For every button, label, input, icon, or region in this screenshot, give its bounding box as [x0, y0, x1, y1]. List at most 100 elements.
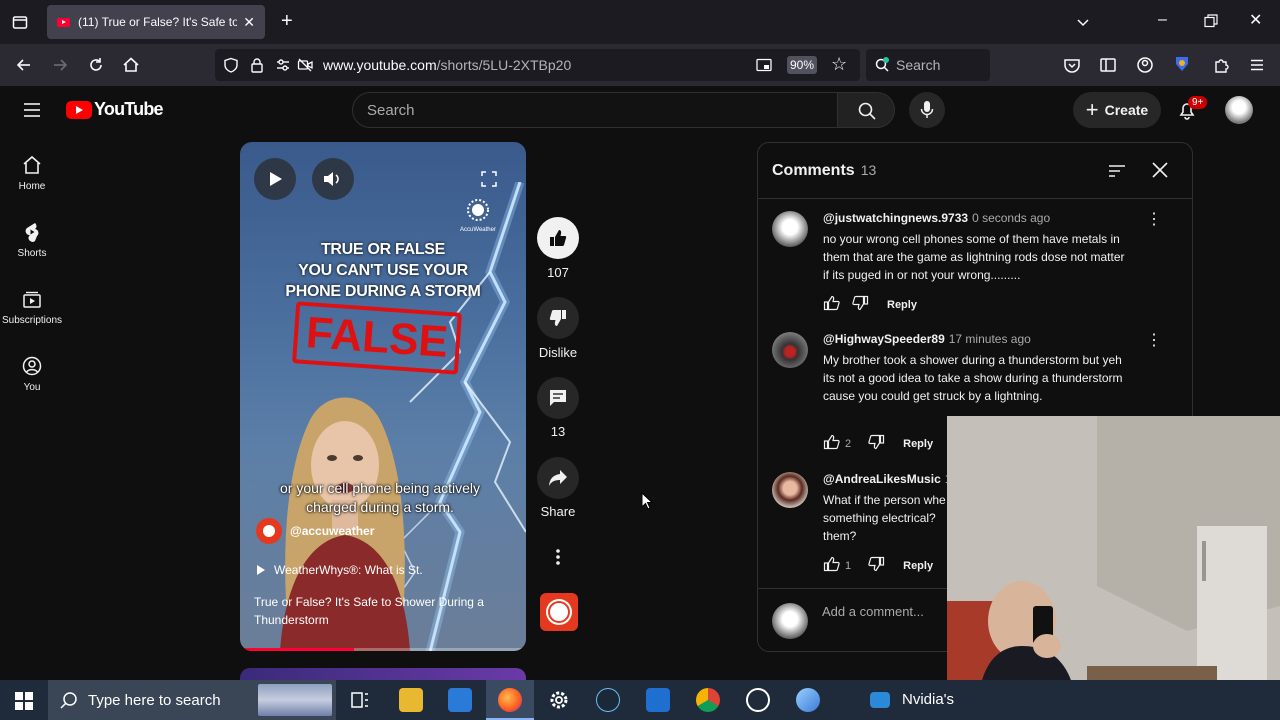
- active-tab[interactable]: (11) True or False? It's Safe to Sh ✕: [47, 5, 265, 39]
- recording-app-icon[interactable]: [746, 688, 770, 712]
- voice-search-button[interactable]: [909, 92, 945, 128]
- comment-like-icon[interactable]: [823, 295, 841, 314]
- comment-author[interactable]: @justwatchingnews.9733 0 seconds ago: [823, 211, 1050, 225]
- taskbar-search-placeholder: Type here to search: [88, 691, 221, 709]
- youtube-logo[interactable]: YouTube: [66, 99, 164, 120]
- comment-like-count: 1: [845, 559, 852, 572]
- file-explorer-icon[interactable]: [399, 688, 423, 712]
- steam-icon[interactable]: [596, 688, 620, 712]
- windows-start-icon[interactable]: [15, 692, 33, 714]
- share-button[interactable]: [537, 457, 579, 499]
- sidebar-icon[interactable]: [1099, 56, 1117, 78]
- fullscreen-button[interactable]: [468, 158, 510, 200]
- back-icon[interactable]: [15, 56, 33, 78]
- progress-bar[interactable]: [240, 648, 526, 651]
- extensions-puzzle-icon[interactable]: [1212, 56, 1230, 78]
- more-actions-button[interactable]: [537, 536, 579, 578]
- chrome-icon[interactable]: [696, 688, 720, 712]
- new-tab-icon[interactable]: +: [281, 11, 293, 31]
- comment-author-name: @AndreaLikesMusic: [823, 472, 941, 486]
- youtube-search-button[interactable]: [837, 92, 895, 128]
- add-comment-input[interactable]: Add a comment...: [822, 604, 924, 619]
- commenter-avatar[interactable]: [772, 472, 808, 508]
- url-text[interactable]: www.youtube.com/shorts/5LU-2XTBp20: [323, 57, 571, 73]
- zoom-level[interactable]: 90%: [787, 56, 817, 74]
- reply-button[interactable]: Reply: [903, 438, 933, 450]
- youtube-search-input[interactable]: Search: [352, 92, 838, 128]
- video-title[interactable]: True or False? It's Safe to Shower Durin…: [254, 593, 514, 629]
- commenter-avatar[interactable]: [772, 332, 808, 368]
- sidebar-item-you[interactable]: You: [0, 355, 64, 393]
- task-view-icon[interactable]: [348, 688, 372, 712]
- shorts-video-player[interactable]: AccuWeather TRUE OR FALSE YOU CAN'T USE …: [240, 142, 526, 651]
- comment-more-icon[interactable]: ⋮: [1146, 333, 1162, 349]
- permissions-icon[interactable]: [275, 57, 291, 77]
- microsoft-store-icon[interactable]: [448, 688, 472, 712]
- comment-dislike-icon[interactable]: [867, 556, 885, 575]
- comment-like-icon[interactable]: [823, 434, 841, 453]
- close-tab-icon[interactable]: ✕: [243, 14, 255, 31]
- home-icon[interactable]: [122, 56, 140, 78]
- comment-count: 13: [550, 424, 566, 439]
- account-icon[interactable]: [1136, 56, 1154, 78]
- comment-author[interactable]: @AndreaLikesMusic14: [823, 472, 958, 486]
- user-avatar[interactable]: [1225, 96, 1253, 124]
- settings-gear-icon[interactable]: [547, 688, 571, 712]
- camera-blocked-icon[interactable]: [297, 57, 313, 77]
- related-video-link[interactable]: WeatherWhys®: What is St.: [256, 563, 423, 577]
- comment-more-icon[interactable]: ⋮: [1146, 212, 1162, 228]
- taskbar-search[interactable]: Type here to search: [48, 680, 336, 720]
- nvidia-app-icon[interactable]: [870, 692, 890, 708]
- forward-icon[interactable]: [51, 56, 69, 78]
- app-icon[interactable]: [796, 688, 820, 712]
- minimize-icon[interactable]: –: [1158, 12, 1167, 28]
- pocket-icon[interactable]: [1063, 56, 1081, 78]
- lock-icon[interactable]: [249, 57, 265, 77]
- channel-link[interactable]: @accuweather: [256, 518, 374, 544]
- list-all-tabs-icon[interactable]: [1075, 14, 1091, 34]
- dislike-button[interactable]: [537, 297, 579, 339]
- sort-icon[interactable]: [1108, 163, 1126, 183]
- channel-avatar[interactable]: [256, 518, 282, 544]
- play-button[interactable]: [254, 158, 296, 200]
- commenter-avatar[interactable]: [772, 211, 808, 247]
- sidebar-item-shorts[interactable]: Shorts: [0, 221, 64, 259]
- channel-handle[interactable]: @accuweather: [290, 524, 374, 538]
- search-icon: [858, 102, 876, 120]
- browser-search-box[interactable]: Search: [866, 49, 990, 81]
- comments-button[interactable]: [537, 377, 579, 419]
- video-caption: or your cell phone being actively charge…: [280, 480, 481, 515]
- picture-in-picture-icon[interactable]: [756, 57, 772, 77]
- nvidia-taskbar-label[interactable]: Nvidia's: [902, 691, 954, 708]
- search-highlight-image: [258, 684, 332, 716]
- tab-list-icon[interactable]: [12, 14, 28, 34]
- comment-text: no your wrong cell phones some of them h…: [823, 232, 1125, 282]
- create-button[interactable]: + Create: [1073, 92, 1161, 128]
- close-window-icon[interactable]: ✕: [1249, 13, 1262, 29]
- comment-like-icon[interactable]: [823, 556, 841, 575]
- tracking-protection-shield-icon[interactable]: [223, 57, 239, 77]
- app-menu-icon[interactable]: [1248, 56, 1266, 78]
- guide-menu-icon[interactable]: [23, 101, 41, 123]
- webcam-scene: [947, 416, 1280, 720]
- firefox-icon[interactable]: [498, 688, 522, 712]
- reply-button[interactable]: Reply: [887, 299, 917, 311]
- close-comments-icon[interactable]: [1151, 161, 1169, 183]
- bookmark-star-icon[interactable]: ☆: [831, 55, 847, 73]
- comment-dislike-icon[interactable]: [851, 295, 869, 314]
- address-bar[interactable]: www.youtube.com/shorts/5LU-2XTBp20 90% ☆: [215, 49, 860, 81]
- reply-button[interactable]: Reply: [903, 560, 933, 572]
- media-player-icon[interactable]: [646, 688, 670, 712]
- restore-icon[interactable]: [1204, 14, 1218, 32]
- like-button[interactable]: [537, 217, 579, 259]
- extension-badge-icon[interactable]: [1173, 55, 1191, 77]
- reload-icon[interactable]: [87, 56, 105, 78]
- mute-button[interactable]: [312, 158, 354, 200]
- sidebar-item-label: You: [23, 382, 41, 393]
- plus-icon: +: [1085, 97, 1099, 122]
- comment-author[interactable]: @HighwaySpeeder89 17 minutes ago: [823, 332, 1031, 346]
- comment-dislike-icon[interactable]: [867, 434, 885, 453]
- channel-logo-button[interactable]: [540, 593, 578, 631]
- sidebar-item-subscriptions[interactable]: Subscriptions: [0, 288, 64, 326]
- sidebar-item-home[interactable]: Home: [0, 154, 64, 192]
